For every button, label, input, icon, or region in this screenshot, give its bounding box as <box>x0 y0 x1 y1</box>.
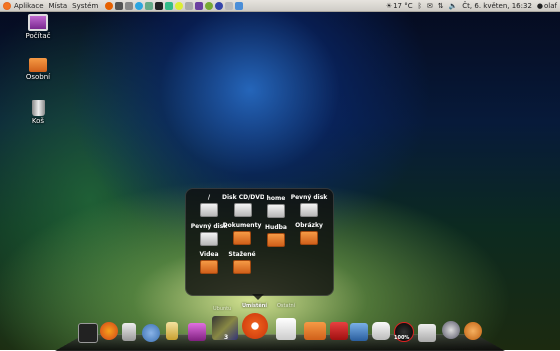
calculator-icon[interactable] <box>122 323 136 341</box>
battery-percent: 100% <box>394 335 410 341</box>
dock-badge: 3 <box>224 334 229 341</box>
menu-places[interactable]: Místa <box>49 2 68 10</box>
desktop-wallpaper <box>0 0 560 350</box>
stack-popup-pointer <box>252 294 264 300</box>
bluetooth-icon[interactable]: ᛒ <box>418 2 422 10</box>
volume-icon[interactable]: 🔈 <box>449 2 458 10</box>
trash-icon <box>31 100 45 116</box>
panel-menu-bar: Aplikace Místa Systém <box>3 1 103 10</box>
settings-launcher-icon[interactable] <box>115 1 124 10</box>
firefox-icon[interactable] <box>100 322 118 340</box>
stack-item-downloads[interactable]: Stažené <box>221 251 263 274</box>
menu-applications[interactable]: Aplikace <box>14 2 44 10</box>
ubuntu-logo-icon <box>3 1 11 10</box>
panel-launchers <box>105 1 245 10</box>
weather-icon[interactable]: ☀ <box>386 2 392 10</box>
desktop-icon-trash[interactable]: Koš <box>18 100 58 125</box>
drive-icon <box>200 203 218 217</box>
virtualbox-icon[interactable] <box>350 323 368 341</box>
mail-icon[interactable]: ✉ <box>427 2 433 10</box>
desktop-icon-computer[interactable]: Počítač <box>18 14 58 40</box>
desktop-icon-label: Počítač <box>25 32 51 40</box>
drive-icon <box>200 232 218 246</box>
terminal-launcher-icon[interactable] <box>155 1 164 10</box>
gwibber-icon[interactable] <box>418 324 436 342</box>
dock-label-places: Umístění <box>242 303 268 309</box>
ubuntu-one-icon[interactable] <box>464 322 482 340</box>
folder-icon[interactable] <box>304 322 326 340</box>
notes-icon[interactable] <box>276 318 296 340</box>
stack-item-pictures[interactable]: Obrázky <box>288 222 330 245</box>
terminal-icon[interactable] <box>78 323 98 343</box>
folder-icon <box>233 260 251 274</box>
anchor-launcher-icon[interactable] <box>195 1 204 10</box>
editor-launcher-icon[interactable] <box>145 1 154 10</box>
folder-icon <box>233 231 251 245</box>
folder-icon <box>267 233 285 247</box>
globe-launcher-icon[interactable] <box>205 1 214 10</box>
weather-temperature[interactable]: 17 °C <box>393 2 413 10</box>
places-stack-popup: / Disk CD/DVD home Pevný disk Pevný disk… <box>185 188 334 296</box>
mail-launcher-icon[interactable] <box>215 1 224 10</box>
stack-item-label: Stažené <box>228 251 256 258</box>
folder-icon <box>200 260 218 274</box>
chrome-launcher-icon[interactable] <box>175 1 184 10</box>
shutdown-icon[interactable] <box>330 322 348 340</box>
chrome-icon[interactable] <box>442 321 460 339</box>
network-icon[interactable]: ⇅ <box>438 2 444 10</box>
home-folder-icon <box>29 58 47 72</box>
video-icon[interactable] <box>188 323 206 341</box>
shield-launcher-icon[interactable] <box>235 1 244 10</box>
paint-icon[interactable] <box>166 322 178 340</box>
clock[interactable]: Čt, 6. květen, 16:32 <box>462 2 532 10</box>
optical-drive-icon <box>234 203 252 217</box>
system-tray: ☀ 17 °C ᛒ ✉ ⇅ 🔈 Čt, 6. květen, 16:32 ● o… <box>381 0 557 11</box>
print-launcher-icon[interactable] <box>185 1 194 10</box>
stack-item-label: Pevný disk <box>290 194 328 201</box>
drive-icon <box>300 203 318 217</box>
stack-item-hdd[interactable]: Pevný disk <box>288 194 330 217</box>
printer-icon[interactable] <box>372 322 390 340</box>
dock-label-other: Ostatní <box>277 303 296 309</box>
clipboard-launcher-icon[interactable] <box>225 1 234 10</box>
menu-system[interactable]: Systém <box>72 2 98 10</box>
desktop-icon-home[interactable]: Osobní <box>18 58 58 81</box>
desktop-icon-label: Osobní <box>25 73 51 81</box>
document-launcher-icon[interactable] <box>125 1 134 10</box>
desktop-icon-label: Koš <box>31 117 45 125</box>
user-icon[interactable]: ● <box>537 2 543 10</box>
ubuntu-icon[interactable] <box>242 313 268 339</box>
drive-icon <box>267 204 285 218</box>
computer-icon <box>28 14 48 31</box>
pidgin-icon[interactable] <box>142 324 160 342</box>
stack-item-label: Obrázky <box>295 222 323 229</box>
firefox-launcher-icon[interactable] <box>105 1 114 10</box>
dock-label-ubuntu: Ubuntu <box>213 306 232 312</box>
skype-launcher-icon[interactable] <box>135 1 144 10</box>
folder-icon <box>300 231 318 245</box>
user-name[interactable]: olaf <box>544 2 557 10</box>
top-panel: Aplikace Místa Systém ☀ 17 °C ᛒ ✉ ⇅ 🔈 Čt… <box>0 0 560 12</box>
dictionary-launcher-icon[interactable] <box>165 1 174 10</box>
